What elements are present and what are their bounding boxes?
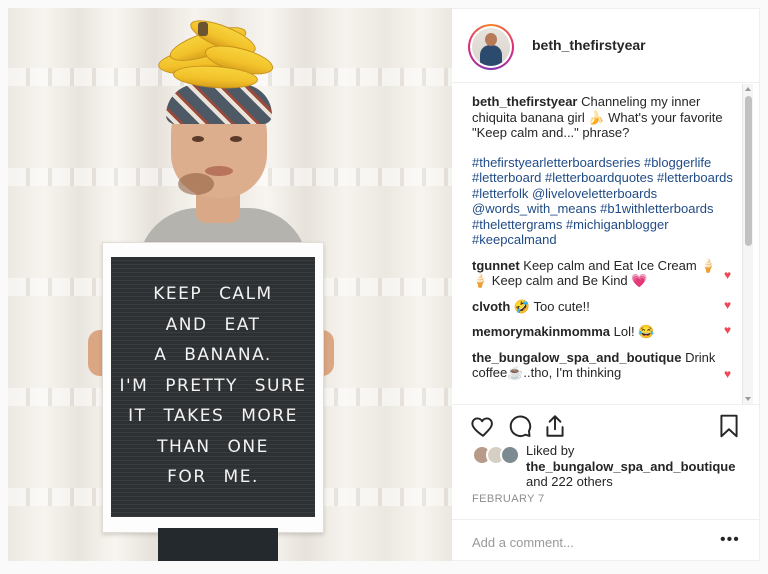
- person-cheek: [178, 173, 214, 195]
- letterboard-line: I'M PRETTY SURE: [119, 375, 307, 396]
- comment-text: 🤣 Too cute!!: [510, 298, 590, 314]
- scrollbar-thumb[interactable]: [745, 96, 752, 246]
- heart-outline-icon[interactable]: [470, 413, 496, 439]
- comment-username[interactable]: tgunnet: [472, 258, 520, 273]
- letterboard-line: KEEP CALM: [153, 284, 273, 304]
- likes-summary: Liked by the_bungalow_spa_and_boutique a…: [472, 441, 752, 491]
- liker-avatar: [500, 445, 520, 465]
- comment-username[interactable]: clvoth: [472, 299, 510, 314]
- person-mouth: [205, 166, 233, 176]
- letterboard-line: AND EAT: [165, 314, 261, 335]
- comments-section: beth_thefirstyear Channeling my inner ch…: [452, 84, 760, 404]
- liked-by-prefix: Liked by: [526, 443, 575, 458]
- post-photo[interactable]: KEEP CALM AND EAT A BANANA. I'M PRETTY S…: [8, 8, 452, 561]
- scroll-up-arrow-icon[interactable]: [745, 87, 751, 91]
- comment-item: clvoth 🤣 Too cute!! ♥: [472, 299, 734, 315]
- letterboard-line: A BANANA.: [154, 345, 272, 365]
- liked-by-username[interactable]: the_bungalow_spa_and_boutique: [526, 459, 735, 474]
- person-eye: [230, 136, 242, 142]
- person-skirt: [158, 528, 278, 561]
- more-options-icon[interactable]: •••: [720, 532, 740, 548]
- comment-username[interactable]: memorymakinmomma: [472, 324, 610, 339]
- add-comment-bar: •••: [452, 519, 760, 562]
- caption-username[interactable]: beth_thefirstyear: [472, 94, 577, 109]
- liked-by-text: Liked by the_bungalow_spa_and_boutique a…: [526, 443, 735, 490]
- post-header: beth_thefirstyear: [452, 9, 760, 83]
- comments-scrollbar[interactable]: [742, 84, 753, 404]
- caption-hashtags[interactable]: #thefirstyearletterboardseries #bloggerl…: [472, 155, 734, 248]
- comment-bubble-icon[interactable]: [507, 413, 533, 439]
- comment-item: the_bungalow_spa_and_boutique Drink coff…: [472, 350, 734, 381]
- comment-text: Lol! 😂: [610, 324, 655, 339]
- bookmark-icon[interactable]: [716, 413, 742, 439]
- banana-stem: [198, 22, 208, 36]
- caption: beth_thefirstyear Channeling my inner ch…: [472, 94, 734, 141]
- header-username[interactable]: beth_thefirstyear: [532, 37, 646, 53]
- comment-item: memorymakinmomma Lol! 😂 ♥: [472, 324, 734, 340]
- person-eye: [192, 136, 204, 142]
- letterboard-text: KEEP CALM AND EAT A BANANA. I'M PRETTY S…: [111, 279, 315, 493]
- post-side-panel: beth_thefirstyear beth_thefirstyear Chan…: [452, 8, 760, 561]
- person-headscarf: [166, 84, 272, 124]
- letterboard-line: THAN ONE: [157, 436, 269, 457]
- comments-list: beth_thefirstyear Channeling my inner ch…: [472, 94, 734, 391]
- letterboard-line: IT TAKES MORE: [128, 406, 298, 426]
- post-frame: KEEP CALM AND EAT A BANANA. I'M PRETTY S…: [0, 0, 768, 574]
- avatar-image: [472, 28, 510, 66]
- scroll-down-arrow-icon[interactable]: [745, 397, 751, 401]
- heart-filled-icon[interactable]: ♥: [724, 368, 731, 380]
- avatar-border: [470, 26, 512, 68]
- comment-item: tgunnet Keep calm and Eat Ice Cream 🍦🍦 K…: [472, 258, 734, 289]
- heart-filled-icon[interactable]: ♥: [724, 269, 731, 281]
- share-icon[interactable]: [542, 413, 568, 439]
- liked-by-others[interactable]: and 222 others: [526, 474, 735, 490]
- letterboard-line: FOR ME.: [167, 467, 259, 487]
- post-date[interactable]: FEBRUARY 7: [472, 493, 545, 505]
- heart-filled-icon[interactable]: ♥: [724, 299, 731, 311]
- avatar[interactable]: [468, 24, 514, 70]
- avatar-figure-body: [480, 45, 502, 66]
- add-comment-input[interactable]: [472, 532, 702, 552]
- comment-username[interactable]: the_bungalow_spa_and_boutique: [472, 350, 681, 365]
- liker-avatars[interactable]: [472, 445, 524, 465]
- heart-filled-icon[interactable]: ♥: [724, 324, 731, 336]
- avatar-figure-head: [485, 33, 497, 46]
